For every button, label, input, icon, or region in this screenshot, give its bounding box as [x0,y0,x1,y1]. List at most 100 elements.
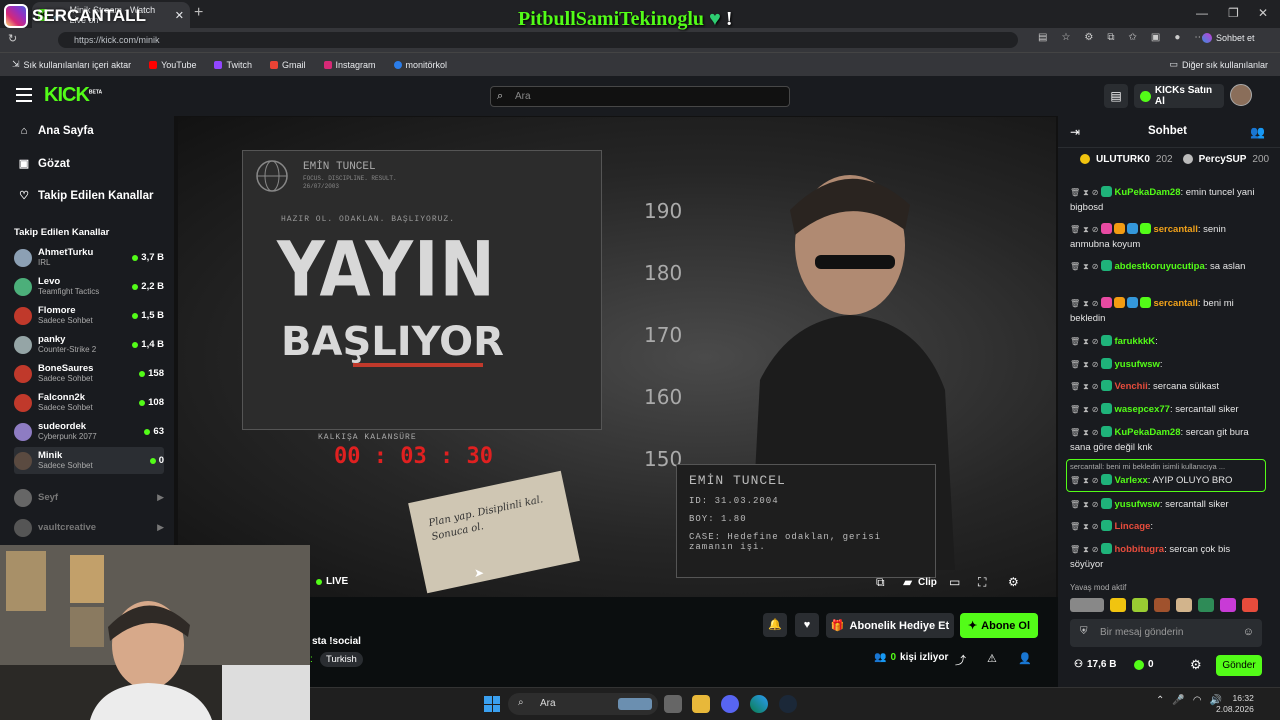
delete-icon[interactable]: 🗑 [1070,428,1080,437]
url-field[interactable]: https://kick.com/minik [58,32,1018,48]
chat-username[interactable]: Lincage [1114,521,1150,532]
bookmark-import[interactable]: ⇲ Sık kullanılanları içeri aktar [12,59,131,70]
collections-icon[interactable]: ▣ [1151,32,1160,43]
sidebar-channel-panky[interactable]: panky Counter-Strike 2 1,4 B [14,331,164,358]
windows-start-icon[interactable] [484,696,500,712]
bookmark-other[interactable]: ▭ Diğer sık kullanılanlar [1169,59,1268,70]
chat-username[interactable]: sercantall [1153,298,1197,309]
ban-icon[interactable]: ⊘ [1092,545,1099,554]
taskbar-search[interactable]: ⌕ Ara [508,693,658,715]
buy-kicks-button[interactable]: KICKs Satın Al [1134,84,1224,108]
subscribe-button[interactable]: ✦ Abone Ol [960,613,1038,638]
sidebar-browse[interactable]: ▣ Gözat [18,157,70,171]
sidebar-home[interactable]: ⌂ Ana Sayfa [18,125,94,137]
chat-message[interactable]: 🗑 ⧗ ⊘ KuPekaDam28: sercan git bura sana gör… [1070,425,1264,455]
delete-icon[interactable]: 🗑 [1070,500,1080,509]
chat-message[interactable]: 🗑 ⧗ ⊘ KuPekaDam28: emin tuncel yani bigbosd [1070,185,1264,215]
menu-icon[interactable] [16,88,32,102]
collapse-chat-icon[interactable]: ⇥ [1070,125,1080,139]
ban-icon[interactable]: ⊘ [1092,382,1099,391]
delete-icon[interactable]: 🗑 [1070,299,1080,308]
search-input[interactable]: ⌕ Ara [490,86,790,107]
microphone-icon[interactable]: 🎤 [1172,695,1184,706]
fullscreen-icon[interactable]: ⛶ [978,575,986,590]
close-window-button[interactable]: ✕ [1258,6,1268,20]
sidebar-channel-ahmetturku[interactable]: AhmetTurku IRL 3,7 B [14,244,164,271]
delete-icon[interactable]: 🗑 [1070,545,1080,554]
edge-browser-icon[interactable] [750,695,768,713]
share-icon[interactable]: ⤴ [955,652,966,668]
sidebar-channel-falconn2k[interactable]: Falconn2k Sadece Sohbet 108 [14,389,164,416]
discord-icon[interactable] [721,695,739,713]
clip-icon[interactable]: ▰ [903,575,912,589]
chat-username[interactable]: sercantall [1153,224,1197,235]
timeout-icon[interactable]: ⧗ [1083,405,1089,414]
steam-icon[interactable] [779,695,797,713]
emote-icon[interactable] [1132,598,1148,612]
emote-icon[interactable] [1176,598,1192,612]
chat-message[interactable]: 🗑 ⧗ ⊘ sercantall: beni mi bekledin [1070,296,1264,326]
chat-username[interactable]: yusufwsw [1114,499,1159,510]
ban-icon[interactable]: ⊘ [1092,299,1099,308]
favorites-icon[interactable]: ✩ [1129,32,1137,43]
emote-icon[interactable] [1220,598,1236,612]
timeout-icon[interactable]: ⧗ [1083,360,1089,369]
reader-icon[interactable]: ▤ [1038,32,1047,43]
sidebar-channel-bonesaures[interactable]: BoneSaures Sadece Sohbet 158 [14,360,164,387]
wifi-icon[interactable]: ◠ [1193,695,1202,706]
bookmark-twitch[interactable]: Twitch [214,60,252,70]
bookmark-instagram[interactable]: Instagram [323,60,376,70]
favorite-star-icon[interactable]: ☆ [1061,32,1070,43]
emote-icon[interactable] [1154,598,1170,612]
gift-subscription-button[interactable]: 🎁 Abonelik Hediye Et [826,613,954,638]
profile-icon[interactable]: ● [1174,32,1180,43]
chat-message[interactable]: 🗑 ⧗ ⊘ wasepcex77: sercantall siker [1070,402,1264,417]
tray-chevron-icon[interactable]: ⌃ [1156,695,1164,706]
chat-message[interactable]: 🗑 ⧗ ⊘ abdestkoruyucutipa: sa aslan [1070,259,1264,274]
ban-icon[interactable]: ⊘ [1092,500,1099,509]
ban-icon[interactable]: ⊘ [1092,337,1099,346]
chat-users-icon[interactable]: 👥 [1250,125,1265,139]
clip-button[interactable]: Clip [918,577,937,588]
timeout-icon[interactable]: ⧗ [1083,188,1089,197]
report-icon[interactable]: ⚠ [987,652,997,665]
extensions-icon[interactable]: ⚙ [1084,32,1093,43]
add-friend-icon[interactable]: 👤 [1018,652,1032,665]
sidebar-channel-levo[interactable]: Levo Teamfight Tactics 2,2 B [14,273,164,300]
split-icon[interactable]: ⧉ [1107,32,1114,43]
delete-icon[interactable]: 🗑 [1070,382,1080,391]
minimize-button[interactable]: — [1196,6,1208,20]
chat-username[interactable]: KuPekaDam28 [1114,427,1180,438]
timeout-icon[interactable]: ⧗ [1083,500,1089,509]
chat-username[interactable]: hobbitugra [1114,544,1164,555]
chat-message[interactable]: 🗑 ⧗ ⊘ farukkkK: [1070,334,1264,349]
bookmark-monitorkol[interactable]: monitörkol [393,60,447,70]
delete-icon[interactable]: 🗑 [1070,360,1080,369]
delete-icon[interactable]: 🗑 [1070,337,1080,346]
sidebar-channel-offline[interactable]: Seyf ▶ [14,484,164,511]
sidebar-channel-flomore[interactable]: Flomore Sadece Sohbet 1,5 B [14,302,164,329]
timeout-icon[interactable]: ⧗ [1083,337,1089,346]
timeout-icon[interactable]: ⧗ [1083,545,1089,554]
ban-icon[interactable]: ⊘ [1092,522,1099,531]
chat-username[interactable]: farukkkK [1114,336,1155,347]
timeout-icon[interactable]: ⧗ [1083,476,1089,485]
ban-icon[interactable]: ⊘ [1092,188,1099,197]
emote-icon[interactable] [1198,598,1214,612]
sidebar-channel-sudeordek[interactable]: sudeordek Cyberpunk 2077 63 [14,418,164,445]
refresh-icon[interactable]: ↻ [8,32,17,45]
file-explorer-icon[interactable] [692,695,710,713]
chat-message[interactable]: 🗑 ⧗ ⊘ hobbitugra: sercan çok bis söyüyor [1070,542,1264,572]
chat-message[interactable]: 🗑 ⧗ ⊘ Varlexx: AYIP OLUYO BRO [1070,473,1264,488]
pip-icon[interactable]: ⧉ [876,575,885,590]
timeout-icon[interactable]: ⧗ [1083,428,1089,437]
chat-username[interactable]: Varlexx [1114,475,1147,486]
timeout-icon[interactable]: ⧗ [1083,225,1089,234]
ban-icon[interactable]: ⊘ [1092,262,1099,271]
emoji-icon[interactable]: ☺ [1243,626,1254,638]
chat-username[interactable]: wasepcex77 [1114,404,1169,415]
follow-button[interactable]: ♥ [795,613,819,637]
timeout-icon[interactable]: ⧗ [1083,522,1089,531]
timeout-icon[interactable]: ⧗ [1083,382,1089,391]
delete-icon[interactable]: 🗑 [1070,405,1080,414]
